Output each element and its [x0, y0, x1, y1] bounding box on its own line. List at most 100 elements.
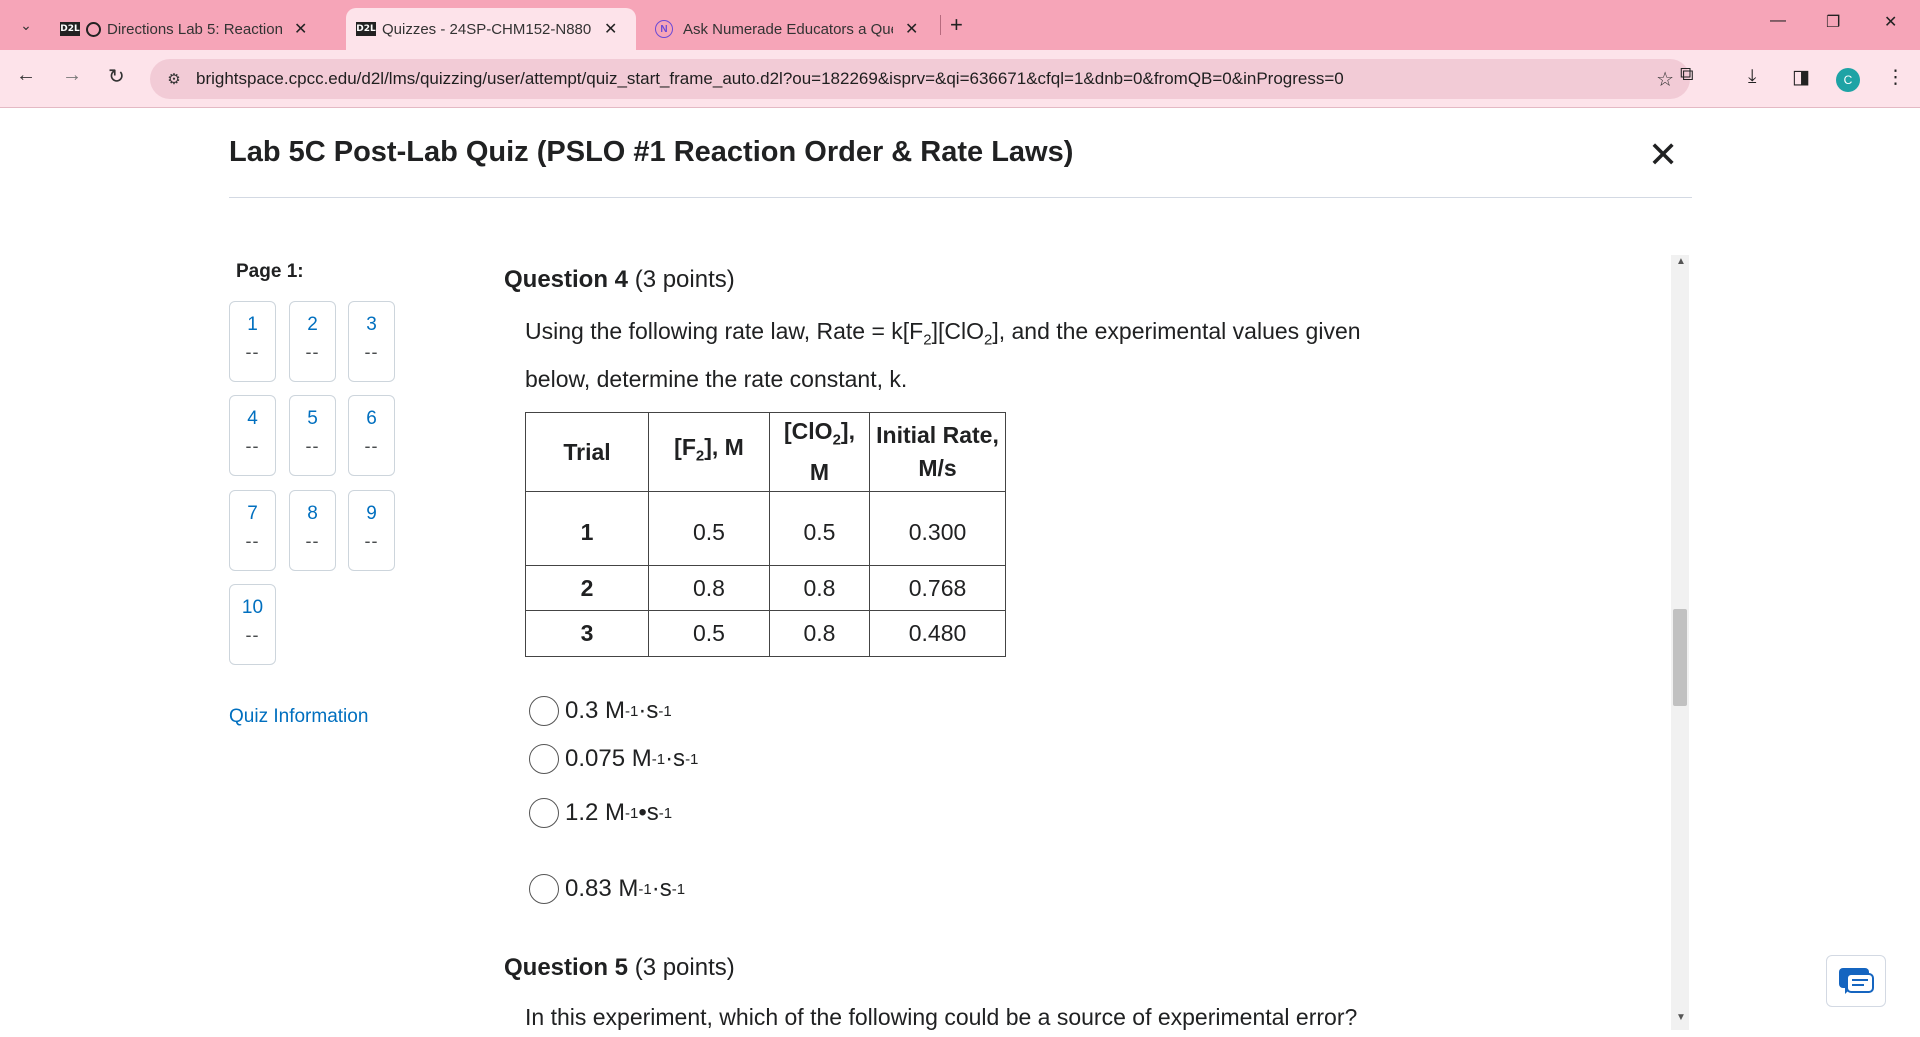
- question-nav-number: 9: [366, 503, 377, 524]
- scrollbar-thumb[interactable]: [1673, 609, 1687, 706]
- question-4-text: Using the following rate law, Rate = k[F…: [525, 312, 1425, 399]
- question-status: --: [305, 531, 320, 551]
- question-nav-4[interactable]: 4 --: [229, 395, 276, 476]
- question-nav-3[interactable]: 3 --: [348, 301, 395, 382]
- minimize-icon[interactable]: —: [1770, 12, 1786, 30]
- question-status: --: [245, 531, 260, 551]
- close-quiz-icon[interactable]: ✕: [1648, 134, 1678, 176]
- extensions-icon[interactable]: ⧉: [1680, 64, 1694, 86]
- table-cell: 0.5: [648, 491, 770, 566]
- question-nav-7[interactable]: 7 --: [229, 490, 276, 571]
- scroll-down-arrow-icon[interactable]: ▼: [1676, 1012, 1686, 1023]
- tab-title: Ask Numerade Educators a Que: [683, 20, 893, 38]
- superscript: -1: [658, 804, 673, 822]
- address-bar[interactable]: ⚙ brightspace.cpcc.edu/d2l/lms/quizzing/…: [150, 59, 1690, 99]
- question-status: --: [305, 436, 320, 456]
- answer-option-2[interactable]: 0.075 M -1 ·s -1: [529, 744, 698, 774]
- page-label: Page 1:: [236, 261, 304, 282]
- radio-button[interactable]: [529, 798, 559, 828]
- chat-bubble-icon: [1839, 968, 1874, 994]
- table-cell: 0.300: [869, 491, 1006, 566]
- window-close-icon[interactable]: ✕: [1884, 12, 1897, 32]
- question-nav-number: 6: [366, 408, 377, 429]
- superscript: -1: [625, 804, 639, 822]
- divider: [229, 197, 1692, 198]
- option-value: 0.83 M: [565, 875, 639, 902]
- tab-numerade[interactable]: N Ask Numerade Educators a Que ✕: [645, 8, 935, 50]
- question-nav-10[interactable]: 10 --: [229, 584, 276, 665]
- timer-icon: [86, 21, 101, 37]
- option-value: 0.075 M: [565, 745, 652, 772]
- table-cell: 0.480: [869, 610, 1006, 657]
- superscript: -1: [685, 750, 699, 768]
- column-header-f2: [F2], M: [648, 412, 770, 492]
- question-nav-9[interactable]: 9 --: [348, 490, 395, 571]
- column-header: Trial: [525, 412, 649, 492]
- question-nav-8[interactable]: 8 --: [289, 490, 336, 571]
- question-4-heading: Question 4 (3 points): [504, 266, 735, 294]
- answer-option-3[interactable]: 1.2 M -1 •s -1: [529, 798, 672, 828]
- url-text[interactable]: brightspace.cpcc.edu/d2l/lms/quizzing/us…: [196, 69, 1344, 89]
- table-cell: 0.5: [769, 491, 870, 566]
- tab-close-icon[interactable]: ✕: [294, 19, 307, 39]
- question-points: (3 points): [634, 954, 735, 981]
- question-text: Using the following rate law, Rate = k[F: [525, 318, 924, 344]
- answer-option-1[interactable]: 0.3 M -1 ·s -1: [529, 696, 672, 726]
- page-title: Lab 5C Post-Lab Quiz (PSLO #1 Reaction O…: [229, 136, 1074, 168]
- question-nav-number: 3: [366, 314, 377, 335]
- back-arrow-icon[interactable]: ←: [16, 64, 36, 87]
- new-tab-icon[interactable]: +: [950, 12, 963, 38]
- profile-avatar[interactable]: C: [1836, 68, 1860, 92]
- radio-button[interactable]: [529, 744, 559, 774]
- table-cell: 1: [525, 491, 649, 566]
- option-unit: ·s: [665, 745, 686, 772]
- table-cell: 3: [525, 610, 649, 657]
- radio-button[interactable]: [529, 696, 559, 726]
- question-nav-1[interactable]: 1 --: [229, 301, 276, 382]
- tab-title: Quizzes - 24SP-CHM152-N880: [382, 20, 592, 38]
- column-header-clo2: [ClO2], M: [769, 412, 870, 492]
- question-nav-5[interactable]: 5 --: [289, 395, 336, 476]
- d2l-favicon-icon: D2L: [356, 22, 376, 36]
- side-panel-icon[interactable]: ◨: [1792, 66, 1810, 89]
- bookmark-star-icon[interactable]: ☆: [1656, 67, 1674, 92]
- scroll-up-arrow-icon[interactable]: ▲: [1676, 256, 1686, 267]
- question-nav-2[interactable]: 2 --: [289, 301, 336, 382]
- question-5-heading: Question 5 (3 points): [504, 954, 735, 982]
- tab-search-chevron-icon[interactable]: ⌄: [12, 11, 40, 39]
- download-icon[interactable]: ⤓: [1748, 66, 1756, 88]
- question-status: --: [305, 342, 320, 362]
- table-cell: 2: [525, 565, 649, 611]
- table-cell: 0.768: [869, 565, 1006, 611]
- question-nav-6[interactable]: 6 --: [348, 395, 395, 476]
- subscript: 2: [923, 331, 932, 349]
- question-status: --: [364, 531, 379, 551]
- rate-data-table: Trial [F2], M [ClO2], M Initial Rate, M/s …: [525, 412, 1006, 657]
- tab-title: Directions Lab 5: Reaction C: [107, 20, 282, 38]
- forward-arrow-icon[interactable]: →: [62, 64, 82, 87]
- tab-close-icon[interactable]: ✕: [905, 19, 918, 39]
- tab-directions-lab[interactable]: D2L Directions Lab 5: Reaction C ✕: [50, 8, 340, 50]
- menu-kebab-icon[interactable]: ⋮: [1886, 66, 1905, 89]
- site-settings-icon[interactable]: ⚙: [160, 65, 188, 93]
- question-nav-number: 7: [247, 503, 258, 524]
- quiz-information-link[interactable]: Quiz Information: [229, 706, 368, 728]
- option-unit: •s: [638, 799, 659, 826]
- table-cell: 0.5: [648, 610, 770, 657]
- question-5-text: In this experiment, which of the followi…: [525, 1004, 1358, 1030]
- question-nav-number: 1: [247, 314, 258, 335]
- table-cell: 0.8: [769, 610, 870, 657]
- option-unit: ·s: [651, 875, 672, 902]
- superscript: -1: [658, 702, 672, 720]
- tab-close-icon[interactable]: ✕: [604, 19, 617, 39]
- radio-button[interactable]: [529, 874, 559, 904]
- question-nav-number: 8: [307, 503, 318, 524]
- restore-icon[interactable]: ❐: [1826, 12, 1840, 32]
- question-status: --: [364, 342, 379, 362]
- d2l-favicon-icon: D2L: [60, 22, 80, 36]
- reload-icon[interactable]: ↻: [108, 64, 125, 89]
- answer-option-4[interactable]: 0.83 M -1 ·s -1: [529, 874, 685, 904]
- chat-button[interactable]: [1826, 955, 1886, 1007]
- question-nav-number: 10: [241, 597, 264, 618]
- tab-quizzes[interactable]: D2L Quizzes - 24SP-CHM152-N880 ✕: [346, 8, 636, 50]
